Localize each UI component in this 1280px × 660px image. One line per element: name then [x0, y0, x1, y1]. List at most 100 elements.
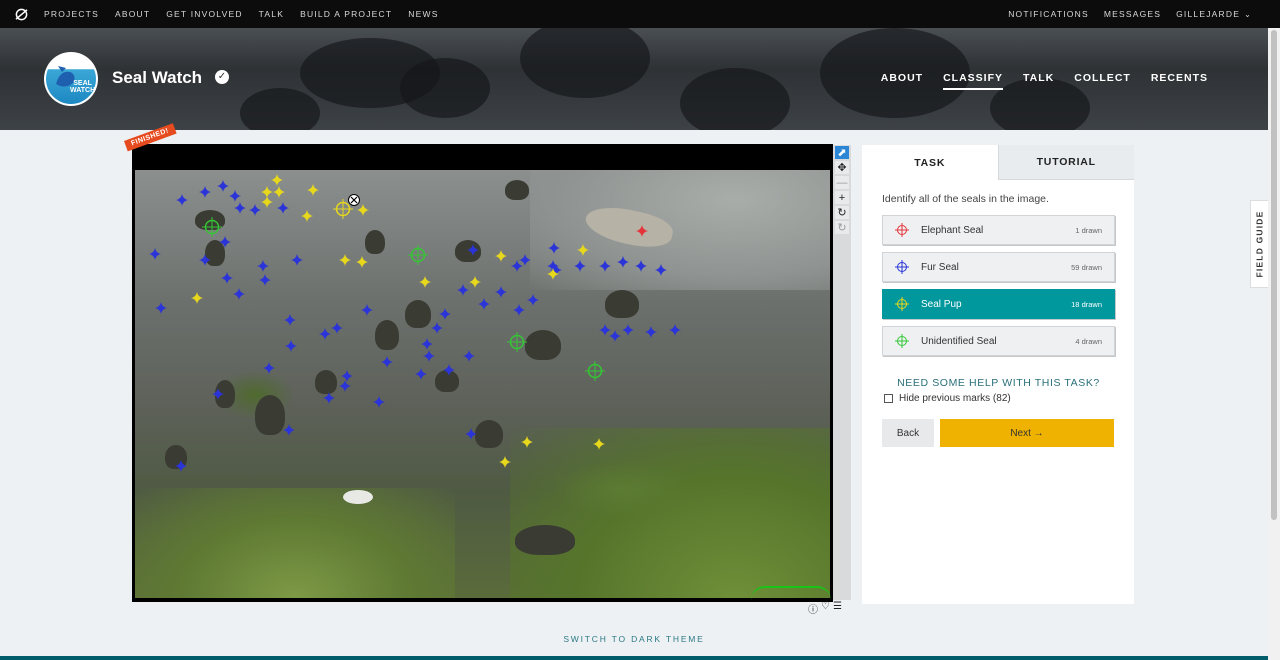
- project-nav-about[interactable]: ABOUT: [881, 72, 923, 90]
- reset-icon[interactable]: ↻: [835, 221, 849, 234]
- tab-tutorial[interactable]: TUTORIAL: [997, 145, 1134, 180]
- seal-pup-mark[interactable]: [495, 250, 507, 262]
- seal-pup-mark[interactable]: [521, 436, 533, 448]
- fur-seal-mark[interactable]: [249, 204, 261, 216]
- elephant-seal-mark[interactable]: [636, 225, 648, 237]
- fur-seal-mark[interactable]: [574, 260, 586, 272]
- project-nav-collect[interactable]: COLLECT: [1074, 72, 1131, 90]
- fur-seal-mark[interactable]: [259, 274, 271, 286]
- fur-seal-mark[interactable]: [323, 392, 335, 404]
- project-nav-talk[interactable]: TALK: [1023, 72, 1054, 90]
- fur-seal-mark[interactable]: [217, 180, 229, 192]
- fur-seal-mark[interactable]: [175, 460, 187, 472]
- unidentified-seal-mark[interactable]: [202, 217, 222, 237]
- back-button[interactable]: Back: [882, 419, 934, 447]
- page-scrollbar[interactable]: [1268, 28, 1280, 660]
- fur-seal-mark[interactable]: [467, 244, 479, 256]
- fur-seal-mark[interactable]: [478, 298, 490, 310]
- project-nav-recents[interactable]: RECENTS: [1151, 72, 1208, 90]
- rotate-icon[interactable]: ↻: [835, 206, 849, 219]
- seal-pup-mark[interactable]: [469, 276, 481, 288]
- fur-seal-mark[interactable]: [463, 350, 475, 362]
- fur-seal-mark[interactable]: [257, 260, 269, 272]
- seal-pup-mark[interactable]: [357, 204, 369, 216]
- tool-elephant-seal[interactable]: Elephant Seal 1 drawn: [882, 215, 1115, 245]
- pan-icon[interactable]: ✥: [835, 161, 849, 174]
- zoom-in-icon[interactable]: +: [835, 191, 849, 204]
- seal-pup-mark[interactable]: [307, 184, 319, 196]
- fur-seal-mark[interactable]: [291, 254, 303, 266]
- heart-icon[interactable]: ♡: [821, 601, 830, 616]
- fur-seal-mark[interactable]: [176, 194, 188, 206]
- nav-projects[interactable]: PROJECTS: [44, 9, 99, 19]
- tool-seal-pup[interactable]: Seal Pup 18 drawn: [882, 289, 1115, 319]
- user-menu[interactable]: GILLEJARDE ⌄: [1176, 9, 1252, 19]
- seal-pup-mark[interactable]: [261, 196, 273, 208]
- tool-fur-seal[interactable]: Fur Seal 59 drawn: [882, 252, 1115, 282]
- seal-pup-mark[interactable]: [356, 256, 368, 268]
- fur-seal-mark[interactable]: [212, 388, 224, 400]
- fur-seal-mark[interactable]: [527, 294, 539, 306]
- fur-seal-mark[interactable]: [421, 338, 433, 350]
- fur-seal-mark[interactable]: [431, 322, 443, 334]
- hide-marks-toggle[interactable]: Hide previous marks (82): [884, 393, 1011, 404]
- seal-pup-mark[interactable]: [577, 244, 589, 256]
- fur-seal-mark[interactable]: [599, 260, 611, 272]
- nav-notifications[interactable]: NOTIFICATIONS: [1008, 9, 1089, 19]
- seal-pup-mark[interactable]: [301, 210, 313, 222]
- fur-seal-mark[interactable]: [234, 202, 246, 214]
- fur-seal-mark[interactable]: [373, 396, 385, 408]
- fur-seal-mark[interactable]: [283, 424, 295, 436]
- fur-seal-mark[interactable]: [423, 350, 435, 362]
- task-help-link[interactable]: NEED SOME HELP WITH THIS TASK?: [882, 377, 1115, 389]
- fur-seal-mark[interactable]: [233, 288, 245, 300]
- nav-messages[interactable]: MESSAGES: [1104, 9, 1161, 19]
- fur-seal-mark[interactable]: [548, 242, 560, 254]
- zooniverse-logo-icon[interactable]: [14, 7, 28, 21]
- unidentified-seal-mark[interactable]: [507, 332, 527, 352]
- fur-seal-mark[interactable]: [331, 322, 343, 334]
- project-avatar[interactable]: SEAL WATCH: [44, 52, 98, 106]
- nav-build-a-project[interactable]: BUILD A PROJECT: [300, 9, 392, 19]
- seal-pup-mark[interactable]: [499, 456, 511, 468]
- zoom-out-icon[interactable]: —: [835, 176, 849, 189]
- fur-seal-mark[interactable]: [149, 248, 161, 260]
- fur-seal-mark[interactable]: [511, 260, 523, 272]
- fur-seal-mark[interactable]: [381, 356, 393, 368]
- fur-seal-mark[interactable]: [457, 284, 469, 296]
- fur-seal-mark[interactable]: [285, 340, 297, 352]
- fur-seal-mark[interactable]: [519, 254, 531, 266]
- switch-theme-link[interactable]: SWITCH TO DARK THEME: [0, 634, 1268, 644]
- nav-news[interactable]: NEWS: [408, 9, 438, 19]
- fur-seal-mark[interactable]: [495, 286, 507, 298]
- seal-pup-mark[interactable]: [593, 438, 605, 450]
- seal-pup-mark[interactable]: [271, 174, 283, 186]
- nav-get-involved[interactable]: GET INVOLVED: [166, 9, 242, 19]
- pointer-icon[interactable]: ⬈: [835, 146, 849, 159]
- info-icon[interactable]: ⓘ: [808, 601, 818, 616]
- fur-seal-mark[interactable]: [617, 256, 629, 268]
- unidentified-seal-mark[interactable]: [408, 245, 428, 265]
- fur-seal-mark[interactable]: [465, 428, 477, 440]
- fur-seal-mark[interactable]: [609, 330, 621, 342]
- nav-talk[interactable]: TALK: [259, 9, 284, 19]
- fur-seal-mark[interactable]: [221, 272, 233, 284]
- fur-seal-mark[interactable]: [263, 362, 275, 374]
- collect-list-icon[interactable]: ☰: [833, 601, 842, 616]
- tool-unidentified-seal[interactable]: Unidentified Seal 4 drawn: [882, 326, 1115, 356]
- unidentified-seal-mark[interactable]: [585, 361, 605, 381]
- nav-about[interactable]: ABOUT: [115, 9, 150, 19]
- fur-seal-mark[interactable]: [199, 254, 211, 266]
- hide-marks-checkbox[interactable]: [884, 394, 893, 403]
- project-nav-classify[interactable]: CLASSIFY: [943, 72, 1004, 90]
- fur-seal-mark[interactable]: [277, 202, 289, 214]
- seal-pup-mark[interactable]: [191, 292, 203, 304]
- fur-seal-mark[interactable]: [622, 324, 634, 336]
- fur-seal-mark[interactable]: [635, 260, 647, 272]
- subject-image[interactable]: [135, 170, 830, 598]
- field-guide-tab[interactable]: FIELD GUIDE: [1250, 200, 1268, 288]
- fur-seal-mark[interactable]: [669, 324, 681, 336]
- fur-seal-mark[interactable]: [284, 314, 296, 326]
- seal-pup-mark[interactable]: [273, 186, 285, 198]
- fur-seal-mark[interactable]: [415, 368, 427, 380]
